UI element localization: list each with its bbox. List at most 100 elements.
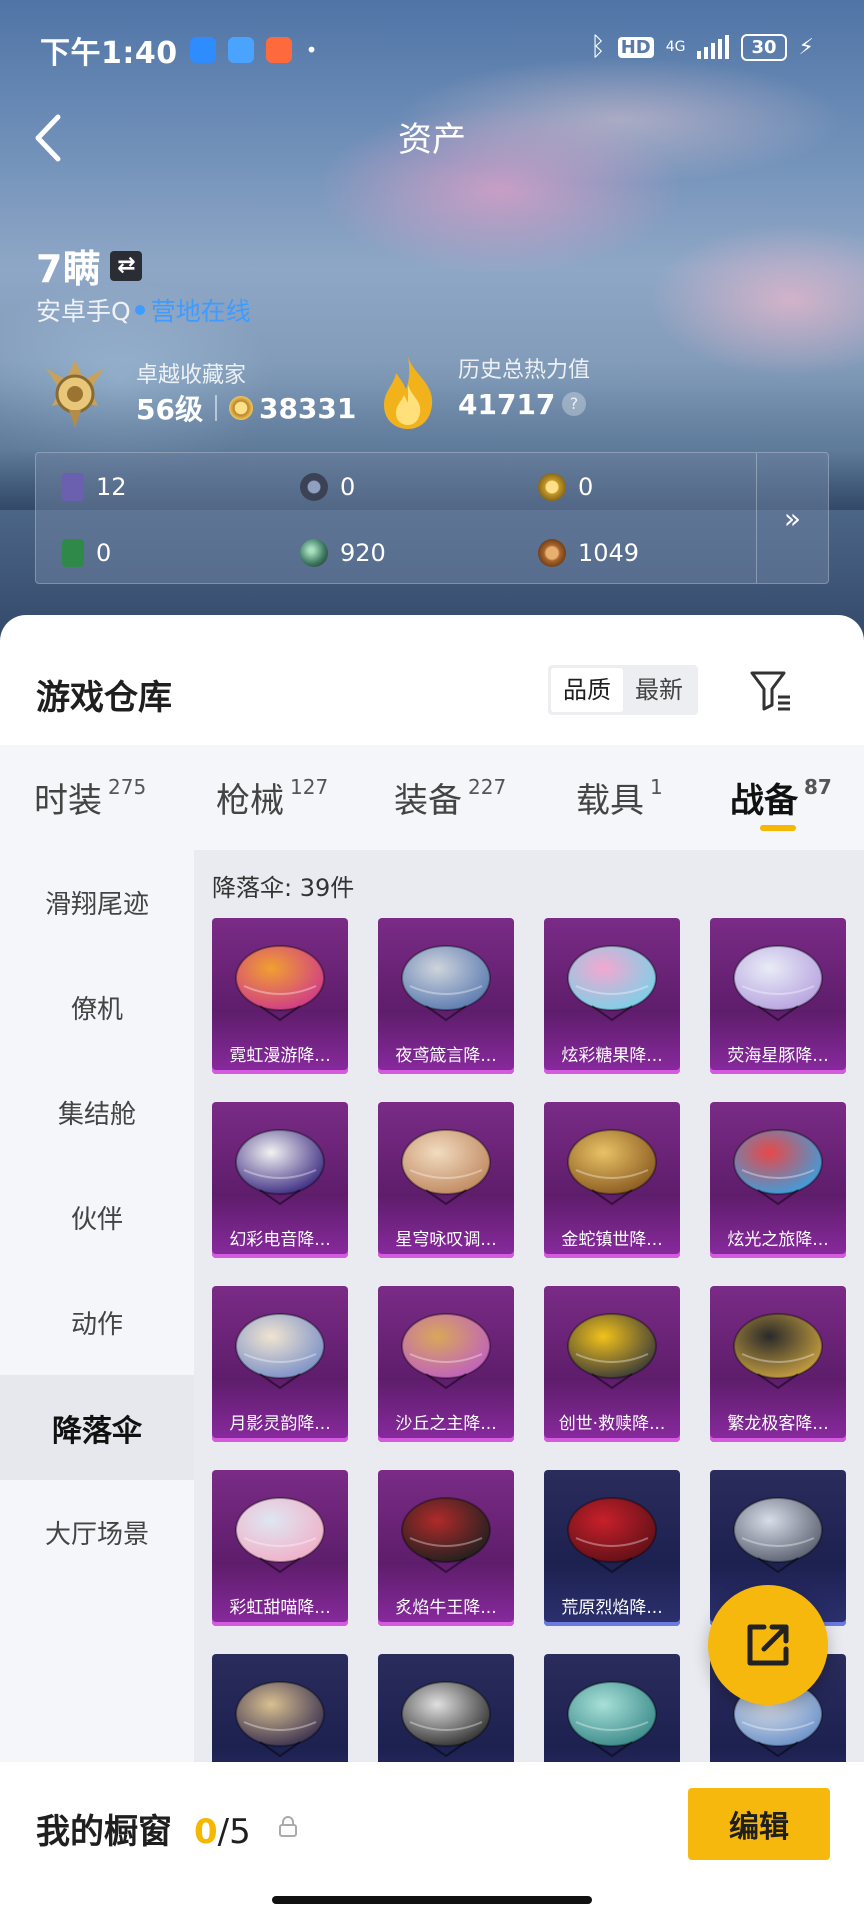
showcase-label-row: 我的橱窗 0/5 [36, 1804, 251, 1853]
showcase-count: 0/5 [194, 1812, 251, 1852]
item-name: 炫光之旅降... [727, 1230, 829, 1250]
dot-icon: • [305, 38, 318, 62]
lock-icon [279, 1816, 297, 1837]
player-platform: 安卓手Q [36, 297, 131, 326]
heat-label: 历史总热力值 [458, 358, 591, 383]
tab-count: 227 [468, 775, 507, 799]
parachute-item-card[interactable]: 月影灵韵降... [212, 1286, 348, 1442]
parachute-item-card[interactable]: 霓虹漫游降... [212, 918, 348, 1074]
parachute-item-card[interactable] [212, 1654, 348, 1770]
tab-count: 87 [804, 775, 832, 799]
parachute-item-card[interactable]: 星穹咏叹调... [378, 1102, 514, 1258]
external-link-icon [747, 1624, 789, 1666]
currency-item: 0 [62, 539, 111, 567]
bluetooth-icon: ᛒ [590, 32, 606, 62]
card-notification-icon [227, 37, 254, 63]
green-orb-icon [300, 539, 328, 567]
collector-point-icon [228, 396, 253, 420]
parachute-icon [235, 945, 325, 1022]
parachute-icon [401, 1129, 491, 1206]
parachute-icon [567, 1313, 657, 1390]
parachute-item-card[interactable] [544, 1654, 680, 1770]
item-name: 繁龙极客降... [727, 1414, 829, 1434]
parachute-icon [401, 1681, 491, 1758]
parachute-item-card[interactable]: 创世·救赎降... [544, 1286, 680, 1442]
parachute-item-card[interactable]: 繁龙极客降... [710, 1286, 846, 1442]
category-count: 降落伞: 39件 [212, 874, 355, 902]
parachute-item-card[interactable]: 炙焰牛王降... [378, 1470, 514, 1626]
parachute-icon [733, 1313, 823, 1390]
side-item-parachute[interactable]: 降落伞 [0, 1375, 194, 1480]
parachute-icon [733, 945, 823, 1022]
swap-account-icon[interactable]: ⇄ [110, 250, 143, 281]
side-item-glide-trail[interactable]: 滑翔尾迹 [0, 850, 194, 955]
parachute-item-card[interactable]: 炫光之旅降... [710, 1102, 846, 1258]
parachute-icon [567, 945, 657, 1022]
parachute-icon [567, 1129, 657, 1206]
tab-label: 载具 [576, 781, 644, 821]
parachute-item-card[interactable] [378, 1654, 514, 1770]
home-indicator [272, 1896, 592, 1904]
tab-fashion[interactable]: 时装 275 [34, 773, 146, 822]
parachute-icon [401, 945, 491, 1022]
parachute-item-card[interactable]: 荧海星豚降... [710, 918, 846, 1074]
tab-count: 1 [650, 775, 663, 799]
item-name: 星穹咏叹调... [395, 1230, 497, 1250]
parachute-icon [733, 1497, 823, 1574]
side-item-assembly-pod[interactable]: 集结舱 [0, 1060, 194, 1165]
currency-more-button[interactable]: » [756, 453, 828, 583]
parachute-item-card[interactable]: 炫彩糖果降... [544, 918, 680, 1074]
subcategory-nav: 滑翔尾迹 僚机 集结舱 伙伴 动作 降落伞 大厅场景 [0, 850, 194, 1770]
sort-quality-button[interactable]: 品质 [551, 668, 623, 712]
status-time: 下午1:40 [40, 36, 178, 71]
currency-value: 0 [578, 473, 594, 501]
parachute-icon [401, 1313, 491, 1390]
tab-label: 战备 [730, 781, 798, 821]
currency-value: 1049 [578, 539, 640, 567]
network-label: 4G [665, 39, 686, 55]
tab-weapons[interactable]: 枪械 127 [216, 773, 328, 822]
side-item-wingman[interactable]: 僚机 [0, 955, 194, 1060]
player-status: 营地在线 [150, 297, 251, 326]
tab-equipment[interactable]: 装备 227 [394, 773, 506, 822]
parachute-item-card[interactable]: 荒原烈焰降... [544, 1470, 680, 1626]
dark-coin-icon [300, 473, 328, 501]
parachute-icon [567, 1497, 657, 1574]
side-item-companion[interactable]: 伙伴 [0, 1165, 194, 1270]
showcase-bar: 我的橱窗 0/5 编辑 [0, 1762, 864, 1920]
parachute-icon [733, 1129, 823, 1206]
divider [214, 395, 217, 421]
item-name: 月影灵韵降... [229, 1414, 331, 1434]
parachute-item-card[interactable]: 夜鸢箴言降... [378, 918, 514, 1074]
tab-vehicles[interactable]: 载具 1 [576, 773, 663, 822]
tab-label: 枪械 [216, 781, 284, 821]
parachute-item-card[interactable]: 沙丘之主降... [378, 1286, 514, 1442]
parachute-item-card[interactable]: 彩虹甜喵降... [212, 1470, 348, 1626]
player-info: 7瞒 ⇄ [36, 238, 143, 293]
item-name: 荒原烈焰降... [561, 1598, 663, 1618]
parachute-icon [401, 1497, 491, 1574]
showcase-current: 0 [194, 1812, 218, 1852]
filter-icon[interactable] [748, 667, 794, 713]
currency-item: 0 [538, 473, 593, 501]
warehouse-sheet: 游戏仓库 品质 最新 时装 275 枪械 127 装备 227 载具 1 战备 87 滑翔… [0, 615, 864, 1920]
parachute-icon [235, 1497, 325, 1574]
help-icon[interactable]: ? [562, 392, 586, 416]
flame-icon [384, 357, 433, 429]
currency-panel[interactable]: 12 0 0 0 920 1049 » [35, 452, 829, 584]
item-name: 霓虹漫游降... [229, 1046, 331, 1066]
side-item-emote[interactable]: 动作 [0, 1270, 194, 1375]
item-name: 彩虹甜喵降... [229, 1598, 331, 1618]
side-item-lobby-scene[interactable]: 大厅场景 [0, 1480, 194, 1585]
tab-label: 时装 [34, 781, 102, 821]
sort-newest-button[interactable]: 最新 [623, 668, 695, 712]
tab-gear[interactable]: 战备 87 [730, 773, 832, 822]
share-button[interactable] [708, 1585, 828, 1705]
currency-value: 0 [340, 473, 356, 501]
parachute-item-card[interactable]: 金蛇镇世降... [544, 1102, 680, 1258]
edit-button[interactable]: 编辑 [688, 1788, 830, 1860]
showcase-label: 我的橱窗 [36, 1812, 172, 1852]
parachute-item-card[interactable]: 幻彩电音降... [212, 1102, 348, 1258]
bronze-coin-icon [538, 539, 566, 567]
active-tab-indicator [760, 825, 796, 831]
